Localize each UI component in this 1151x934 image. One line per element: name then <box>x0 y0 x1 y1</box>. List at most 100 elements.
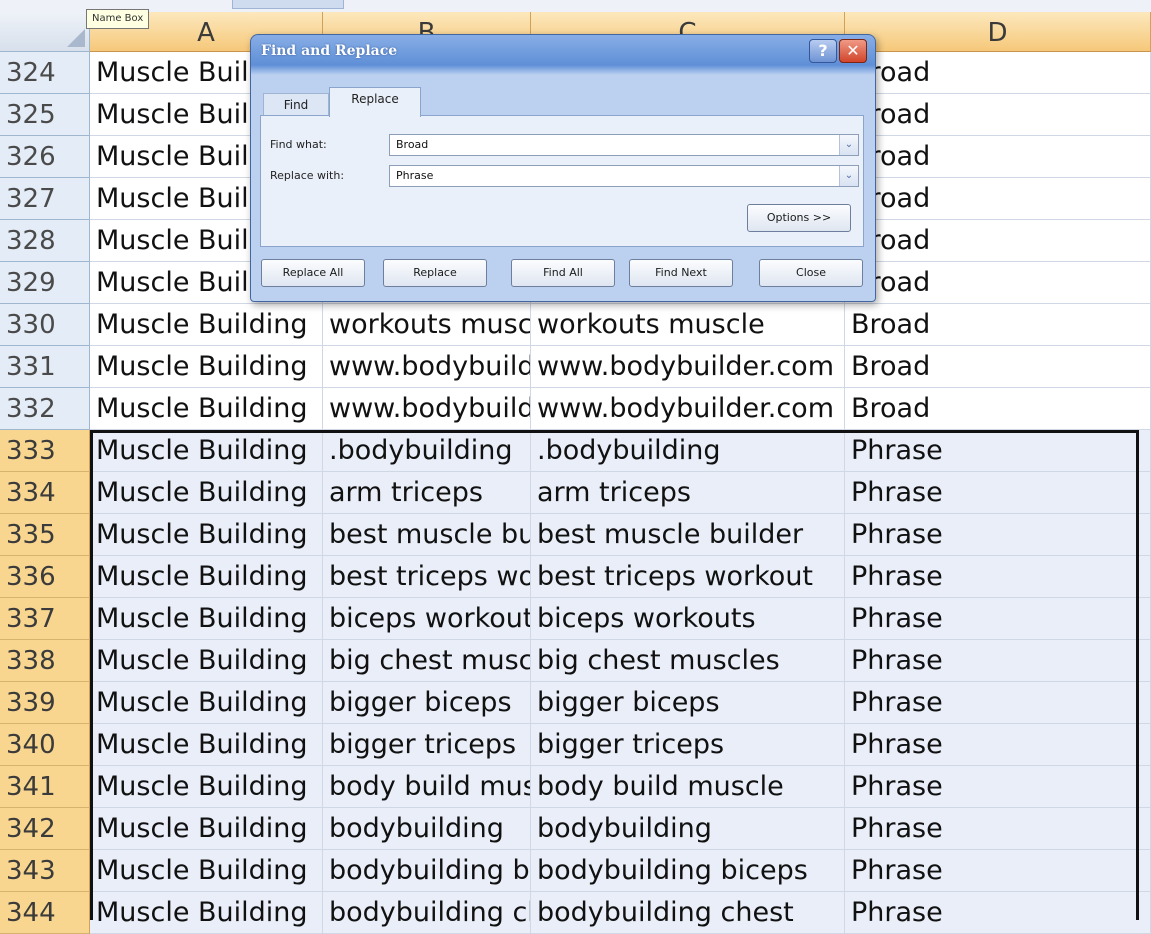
cell-d328[interactable]: Broad <box>845 220 1151 262</box>
row-header-338[interactable]: 338 <box>0 640 90 682</box>
cell-d324[interactable]: Broad <box>845 52 1151 94</box>
row-header-343[interactable]: 343 <box>0 850 90 892</box>
cell-a337[interactable]: Muscle Building <box>90 598 323 640</box>
cell-d344[interactable]: Phrase <box>845 892 1151 934</box>
row-header-326[interactable]: 326 <box>0 136 90 178</box>
ribbon-tab[interactable] <box>232 0 344 9</box>
row-header-332[interactable]: 332 <box>0 388 90 430</box>
cell-c338[interactable]: big chest muscles <box>531 640 845 682</box>
cell-c333[interactable]: .bodybuilding <box>531 430 845 472</box>
cell-d343[interactable]: Phrase <box>845 850 1151 892</box>
find-what-field[interactable]: Broad ⌄ <box>389 134 859 156</box>
cell-c341[interactable]: body build muscle <box>531 766 845 808</box>
cell-a342[interactable]: Muscle Building <box>90 808 323 850</box>
cell-d338[interactable]: Phrase <box>845 640 1151 682</box>
replace-all-button[interactable]: Replace All <box>261 259 365 287</box>
column-header-d[interactable]: D <box>845 12 1151 52</box>
row-header-334[interactable]: 334 <box>0 472 90 514</box>
cell-a341[interactable]: Muscle Building <box>90 766 323 808</box>
replace-with-dropdown-icon[interactable]: ⌄ <box>839 166 858 186</box>
cell-a340[interactable]: Muscle Building <box>90 724 323 766</box>
cell-c343[interactable]: bodybuilding biceps <box>531 850 845 892</box>
cell-c334[interactable]: arm triceps <box>531 472 845 514</box>
help-button[interactable]: ? <box>809 39 837 63</box>
cell-c332[interactable]: www.bodybuilder.com <box>531 388 845 430</box>
cell-c335[interactable]: best muscle builder <box>531 514 845 556</box>
cell-b342[interactable]: bodybuilding <box>323 808 531 850</box>
cell-d339[interactable]: Phrase <box>845 682 1151 724</box>
cell-a338[interactable]: Muscle Building <box>90 640 323 682</box>
cell-d334[interactable]: Phrase <box>845 472 1151 514</box>
row-header-342[interactable]: 342 <box>0 808 90 850</box>
row-header-336[interactable]: 336 <box>0 556 90 598</box>
find-next-button[interactable]: Find Next <box>629 259 733 287</box>
cell-b332[interactable]: www.bodybuilder.com <box>323 388 531 430</box>
row-header-333[interactable]: 333 <box>0 430 90 472</box>
cell-c340[interactable]: bigger triceps <box>531 724 845 766</box>
cell-b343[interactable]: bodybuilding biceps <box>323 850 531 892</box>
cell-a335[interactable]: Muscle Building <box>90 514 323 556</box>
row-header-325[interactable]: 325 <box>0 94 90 136</box>
tab-find[interactable]: Find <box>263 93 329 117</box>
cell-b330[interactable]: workouts muscle <box>323 304 531 346</box>
cell-d335[interactable]: Phrase <box>845 514 1151 556</box>
cell-c330[interactable]: workouts muscle <box>531 304 845 346</box>
cell-d327[interactable]: Broad <box>845 178 1151 220</box>
row-header-328[interactable]: 328 <box>0 220 90 262</box>
cell-d331[interactable]: Broad <box>845 346 1151 388</box>
find-what-dropdown-icon[interactable]: ⌄ <box>839 135 858 155</box>
cell-b335[interactable]: best muscle builder <box>323 514 531 556</box>
cell-b344[interactable]: bodybuilding chest <box>323 892 531 934</box>
cell-d336[interactable]: Phrase <box>845 556 1151 598</box>
cell-a332[interactable]: Muscle Building <box>90 388 323 430</box>
cell-a330[interactable]: Muscle Building <box>90 304 323 346</box>
replace-with-field[interactable]: Phrase ⌄ <box>389 165 859 187</box>
cell-d337[interactable]: Phrase <box>845 598 1151 640</box>
cell-c331[interactable]: www.bodybuilder.com <box>531 346 845 388</box>
select-all-corner[interactable] <box>0 12 90 52</box>
cell-d340[interactable]: Phrase <box>845 724 1151 766</box>
close-button[interactable]: Close <box>759 259 863 287</box>
find-all-button[interactable]: Find All <box>511 259 615 287</box>
cell-a343[interactable]: Muscle Building <box>90 850 323 892</box>
cell-d341[interactable]: Phrase <box>845 766 1151 808</box>
options-button[interactable]: Options >> <box>747 204 851 232</box>
row-header-339[interactable]: 339 <box>0 682 90 724</box>
replace-button[interactable]: Replace <box>383 259 487 287</box>
cell-a344[interactable]: Muscle Building <box>90 892 323 934</box>
row-header-344[interactable]: 344 <box>0 892 90 934</box>
row-header-329[interactable]: 329 <box>0 262 90 304</box>
cell-d332[interactable]: Broad <box>845 388 1151 430</box>
row-header-337[interactable]: 337 <box>0 598 90 640</box>
cell-d330[interactable]: Broad <box>845 304 1151 346</box>
row-header-335[interactable]: 335 <box>0 514 90 556</box>
cell-b338[interactable]: big chest muscles <box>323 640 531 682</box>
close-window-button[interactable]: ✕ <box>839 39 867 63</box>
cell-a339[interactable]: Muscle Building <box>90 682 323 724</box>
cell-a333[interactable]: Muscle Building <box>90 430 323 472</box>
cell-b337[interactable]: biceps workouts <box>323 598 531 640</box>
cell-a334[interactable]: Muscle Building <box>90 472 323 514</box>
cell-b331[interactable]: www.bodybuilder.com <box>323 346 531 388</box>
row-header-340[interactable]: 340 <box>0 724 90 766</box>
row-header-341[interactable]: 341 <box>0 766 90 808</box>
cell-d329[interactable]: Broad <box>845 262 1151 304</box>
row-header-327[interactable]: 327 <box>0 178 90 220</box>
cell-c342[interactable]: bodybuilding <box>531 808 845 850</box>
cell-d326[interactable]: Broad <box>845 136 1151 178</box>
cell-d342[interactable]: Phrase <box>845 808 1151 850</box>
cell-b339[interactable]: bigger biceps <box>323 682 531 724</box>
cell-b336[interactable]: best triceps workout <box>323 556 531 598</box>
cell-a336[interactable]: Muscle Building <box>90 556 323 598</box>
cell-b340[interactable]: bigger triceps <box>323 724 531 766</box>
cell-c344[interactable]: bodybuilding chest <box>531 892 845 934</box>
row-header-324[interactable]: 324 <box>0 52 90 94</box>
cell-d333[interactable]: Phrase <box>845 430 1151 472</box>
cell-b333[interactable]: .bodybuilding <box>323 430 531 472</box>
cell-c337[interactable]: biceps workouts <box>531 598 845 640</box>
cell-b334[interactable]: arm triceps <box>323 472 531 514</box>
cell-b341[interactable]: body build muscle <box>323 766 531 808</box>
cell-a331[interactable]: Muscle Building <box>90 346 323 388</box>
cell-c339[interactable]: bigger biceps <box>531 682 845 724</box>
tab-replace[interactable]: Replace <box>329 87 421 117</box>
